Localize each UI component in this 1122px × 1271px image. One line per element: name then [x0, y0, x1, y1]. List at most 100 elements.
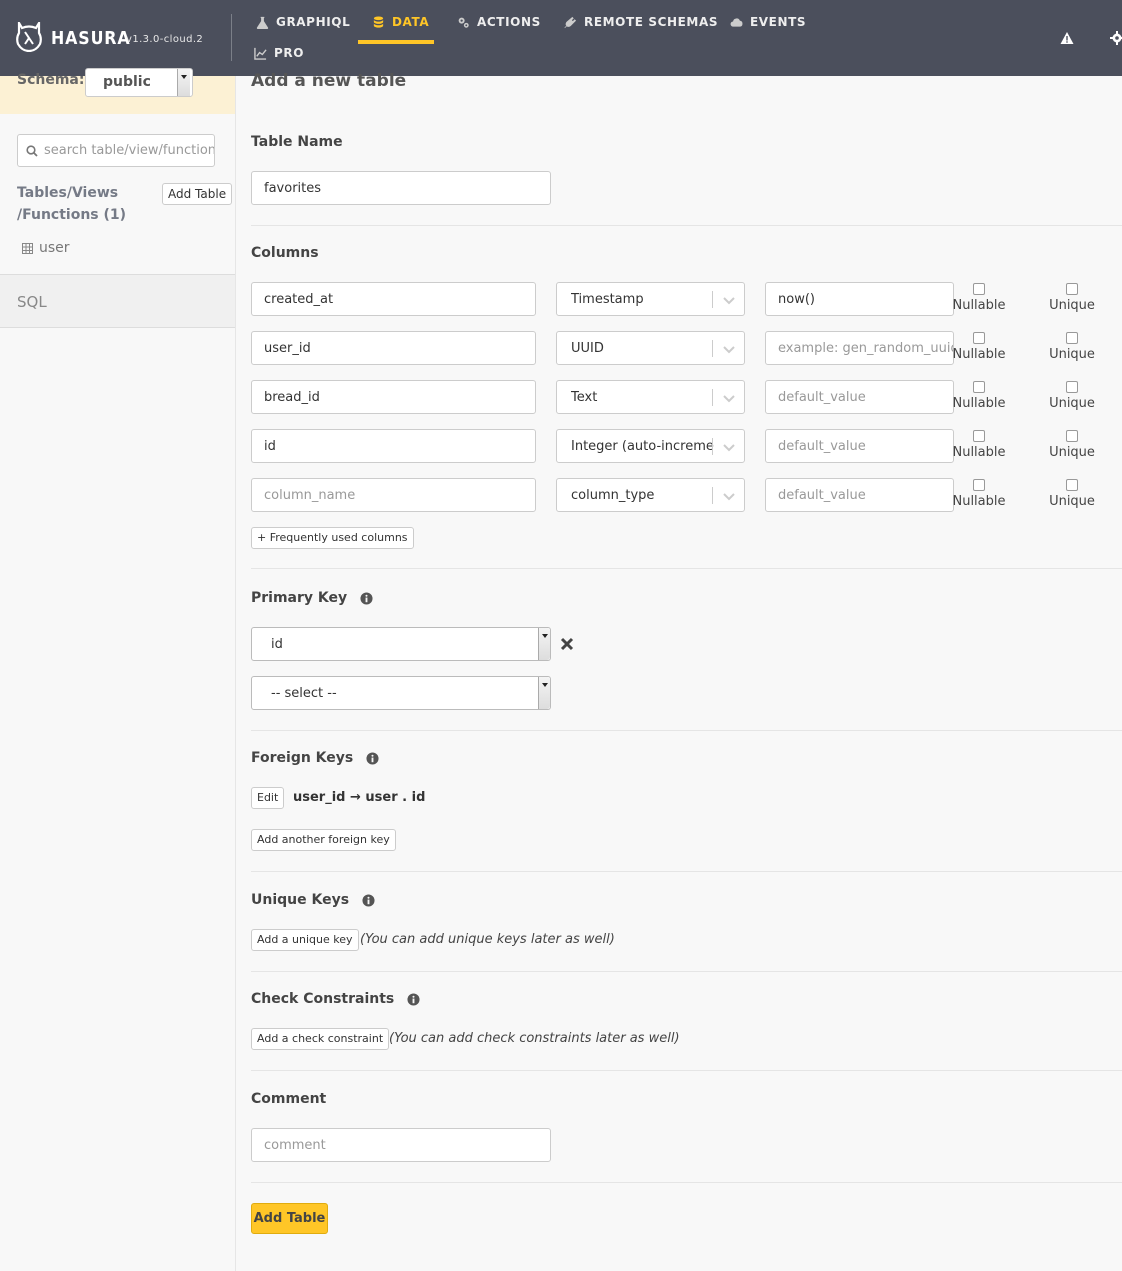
tab-pro[interactable]: PRO: [254, 46, 304, 60]
nullable-checkbox-group[interactable]: Nullable: [949, 430, 1009, 460]
schema-bar: Schema: public: [0, 68, 235, 114]
unique-checkbox[interactable]: [1066, 283, 1078, 295]
primary-key-value: id: [271, 637, 283, 652]
add-unique-key-button[interactable]: Add a unique key: [251, 929, 359, 951]
add-table-submit-button[interactable]: Add Table: [251, 1203, 328, 1234]
chevron-down-icon: [723, 444, 735, 452]
nullable-label: Nullable: [952, 298, 1006, 313]
column-type-value: Text: [571, 389, 598, 405]
sql-label: SQL: [17, 293, 47, 311]
info-icon[interactable]: [407, 992, 420, 1006]
nullable-checkbox[interactable]: [973, 332, 985, 344]
sidebar: Schema: public search table/view/functio…: [0, 68, 236, 1271]
hasura-logo-icon[interactable]: [16, 22, 42, 52]
unique-label: Unique: [1049, 347, 1095, 362]
table-search-input[interactable]: search table/view/function: [17, 134, 215, 167]
chevron-down-icon: [723, 297, 735, 305]
separator: [712, 340, 713, 357]
separator: [712, 389, 713, 406]
unique-checkbox-group[interactable]: Unique: [1042, 332, 1102, 362]
column-name-input[interactable]: created_at: [251, 282, 536, 316]
unique-checkbox-group[interactable]: Unique: [1042, 479, 1102, 509]
search-icon: [26, 145, 38, 157]
nullable-label: Nullable: [952, 494, 1006, 509]
warning-icon[interactable]: [1060, 31, 1074, 45]
unique-checkbox-group[interactable]: Unique: [1042, 430, 1102, 460]
column-type-select[interactable]: Text: [556, 380, 745, 414]
add-foreign-key-button[interactable]: Add another foreign key: [251, 829, 396, 851]
table-search-placeholder: search table/view/function: [44, 143, 215, 158]
unique-checkbox[interactable]: [1066, 332, 1078, 344]
chart-line-icon: [254, 47, 267, 60]
unique-checkbox[interactable]: [1066, 430, 1078, 442]
nullable-checkbox[interactable]: [973, 381, 985, 393]
info-icon[interactable]: [362, 893, 375, 907]
table-icon: [22, 242, 33, 254]
foreign-key-description: user_id → user . id: [293, 790, 426, 805]
nullable-checkbox[interactable]: [973, 430, 985, 442]
column-default-input[interactable]: now(): [765, 282, 954, 316]
schema-select[interactable]: public: [85, 68, 193, 97]
tab-data[interactable]: DATA: [372, 15, 429, 29]
info-icon[interactable]: [360, 591, 373, 605]
column-type-select[interactable]: Integer (auto-increment): [556, 429, 745, 463]
unique-checkbox-group[interactable]: Unique: [1042, 283, 1102, 313]
unique-checkbox-group[interactable]: Unique: [1042, 381, 1102, 411]
add-check-constraint-button[interactable]: Add a check constraint: [251, 1028, 390, 1050]
sidebar-table-item[interactable]: user: [22, 240, 70, 256]
nullable-checkbox-group[interactable]: Nullable: [949, 332, 1009, 362]
column-type-value: UUID: [571, 340, 604, 356]
nullable-checkbox[interactable]: [973, 479, 985, 491]
tab-actions-label: ACTIONS: [477, 15, 541, 29]
sidebar-sql-link[interactable]: SQL: [0, 274, 235, 328]
cogs-icon: [458, 17, 469, 28]
settings-gear-icon[interactable]: [1110, 31, 1122, 45]
tab-graphiql[interactable]: GRAPHIQL: [256, 15, 350, 29]
column-name-input[interactable]: bread_id: [251, 380, 536, 414]
unique-checkbox[interactable]: [1066, 381, 1078, 393]
chevron-down-icon: [177, 69, 190, 96]
remove-primary-key-icon[interactable]: [560, 637, 574, 651]
column-type-select[interactable]: Timestamp: [556, 282, 745, 316]
tab-remote-schemas[interactable]: REMOTE SCHEMAS: [564, 15, 718, 29]
nullable-checkbox-group[interactable]: Nullable: [949, 381, 1009, 411]
nullable-checkbox-group[interactable]: Nullable: [949, 479, 1009, 509]
nullable-checkbox-group[interactable]: Nullable: [949, 283, 1009, 313]
primary-key-select[interactable]: id: [251, 627, 551, 661]
version-label: v1.3.0-cloud.2: [126, 34, 204, 45]
page-title: Add a new table: [251, 71, 407, 91]
info-icon[interactable]: [366, 751, 379, 765]
column-default-input[interactable]: default_value: [765, 429, 954, 463]
top-navbar: HASURA v1.3.0-cloud.2 GRAPHIQL DATA ACTI…: [0, 0, 1122, 76]
primary-key-select-empty[interactable]: -- select --: [251, 676, 551, 710]
check-constraints-heading: Check Constraints: [251, 991, 420, 1007]
unique-label: Unique: [1049, 445, 1095, 460]
column-default-input[interactable]: example: gen_random_uuid(): [765, 331, 954, 365]
unique-checkbox[interactable]: [1066, 479, 1078, 491]
unique-keys-heading: Unique Keys: [251, 892, 375, 908]
tab-actions[interactable]: ACTIONS: [457, 15, 541, 29]
column-type-value: column_type: [571, 487, 655, 503]
sidebar-add-table-button[interactable]: Add Table: [162, 183, 233, 205]
nullable-checkbox[interactable]: [973, 283, 985, 295]
tab-events[interactable]: EVENTS: [730, 15, 806, 29]
unique-keys-note: (You can add unique keys later as well): [360, 932, 615, 947]
column-type-select[interactable]: UUID: [556, 331, 745, 365]
column-name-input[interactable]: column_name: [251, 478, 536, 512]
chevron-down-icon: [538, 628, 550, 660]
edit-foreign-key-button[interactable]: Edit: [251, 787, 285, 809]
column-type-select[interactable]: column_type: [556, 478, 745, 512]
sidebar-table-name: user: [39, 240, 70, 256]
column-default-input[interactable]: default_value: [765, 380, 954, 414]
column-name-input[interactable]: id: [251, 429, 536, 463]
comment-input[interactable]: comment: [251, 1128, 551, 1162]
column-default-input[interactable]: default_value: [765, 478, 954, 512]
tables-heading-line2: /Functions (1): [17, 207, 127, 223]
frequent-columns-button[interactable]: + Frequently used columns: [251, 527, 414, 549]
divider: [251, 871, 1122, 872]
primary-key-placeholder: -- select --: [271, 686, 337, 701]
column-name-input[interactable]: user_id: [251, 331, 536, 365]
brand-name[interactable]: HASURA: [51, 28, 131, 49]
table-name-input[interactable]: favorites: [251, 171, 551, 205]
nullable-label: Nullable: [952, 445, 1006, 460]
